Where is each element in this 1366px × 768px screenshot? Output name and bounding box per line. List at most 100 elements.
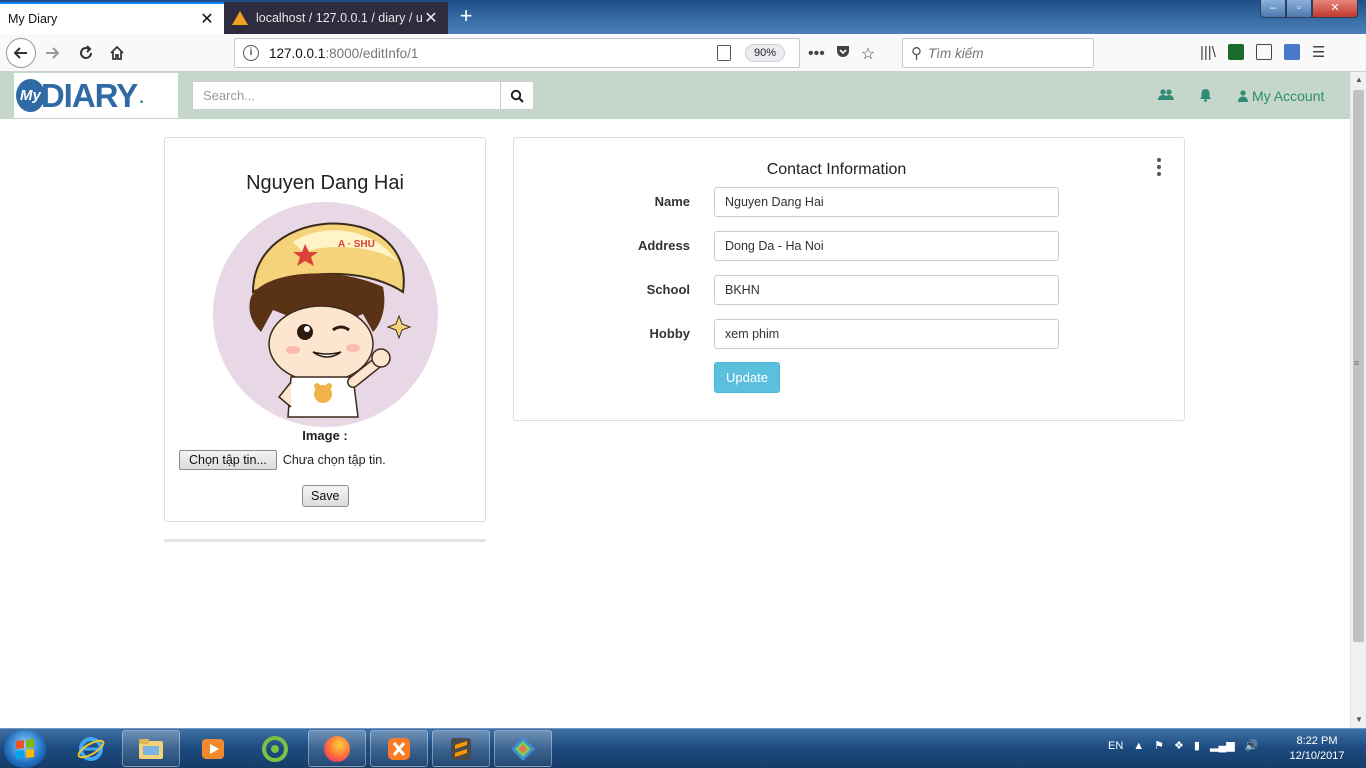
xampp-taskbar-icon[interactable] (370, 730, 428, 767)
update-button[interactable]: Update (714, 362, 780, 393)
forward-arrow-icon[interactable] (38, 39, 66, 67)
form-row-address: Address (514, 231, 1186, 261)
sidebar-icon[interactable] (1255, 44, 1272, 60)
url-text[interactable]: 127.0.0.1:8000/editInfo/1 (269, 46, 717, 61)
firefox-taskbar-icon[interactable] (308, 730, 366, 767)
dropbox-icon[interactable]: ❖ (1174, 739, 1184, 752)
hobby-label: Hobby (649, 326, 690, 341)
file-explorer-taskbar-icon[interactable] (122, 730, 180, 767)
scroll-thumb[interactable] (1353, 90, 1364, 642)
search-icon (510, 89, 524, 103)
firefox-icon (324, 735, 350, 762)
search-icon: ⚲ (911, 45, 922, 62)
pocket-icon[interactable] (835, 43, 851, 64)
show-hidden-icons-icon[interactable]: ▲ (1133, 740, 1144, 752)
close-tab-icon[interactable]: ✕ (422, 8, 440, 28)
language-indicator[interactable]: EN (1108, 740, 1123, 752)
tab-title: My Diary (8, 12, 58, 26)
extension-green-icon[interactable] (1227, 44, 1244, 60)
back-arrow-icon[interactable] (6, 38, 36, 68)
form-row-school: School (514, 275, 1186, 305)
clock-time: 8:22 PM (1296, 735, 1338, 747)
close-window-button[interactable]: ✕ (1312, 0, 1358, 18)
page-viewport: My DIARY . My Account Nguyen Dang Hai (0, 72, 1350, 728)
tab-my-diary[interactable]: My Diary ✕ (0, 2, 224, 34)
close-tab-icon[interactable]: ✕ (198, 9, 216, 29)
site-search-button[interactable] (500, 81, 534, 110)
url-host: 127.0.0.1 (269, 45, 326, 61)
profile-card: Nguyen Dang Hai A · SHU Image: Chọn tập… (164, 137, 486, 522)
site-header: My DIARY . My Account (0, 72, 1350, 119)
logo-diary-text: DIARY (40, 76, 138, 114)
menu-hamburger-icon[interactable]: ☰ (1312, 43, 1325, 61)
windows-taskbar: EN ▲ ⚑ ❖ ▮ ▂▄▆ 🔊 8:22 PM 12/10/2017 (0, 728, 1366, 768)
home-icon[interactable] (103, 39, 131, 67)
volume-icon[interactable]: 🔊 (1245, 739, 1259, 752)
address-input[interactable] (714, 231, 1059, 261)
card-divider (164, 539, 486, 542)
file-status-text: Chưa chọn tập tin. (282, 453, 386, 467)
bookmark-star-icon[interactable]: ☆ (861, 44, 875, 64)
browser-right-tools: |||\ ☰ (1200, 43, 1325, 62)
internet-explorer-taskbar-icon[interactable] (62, 730, 120, 767)
save-button[interactable]: Save (302, 485, 349, 507)
contact-info-title: Contact Information (766, 161, 907, 178)
network-signal-icon[interactable]: ▂▄▆ (1210, 739, 1235, 752)
image-label: Image : (302, 428, 348, 443)
sourcetree-taskbar-icon[interactable] (494, 730, 552, 767)
tab-phpmyadmin[interactable]: localhost / 127.0.0.1 / diary / us ✕ (224, 2, 448, 34)
form-row-hobby: Hobby (514, 319, 1186, 349)
form-row-name: Name (514, 187, 1186, 217)
dictionary-extension-icon[interactable] (1283, 44, 1300, 60)
taskbar-clock[interactable]: 8:22 PM 12/10/2017 (1282, 734, 1352, 764)
name-input[interactable] (714, 187, 1059, 217)
cartoon-boy-illustration: A · SHU (249, 222, 412, 418)
browser-toolbar: i 127.0.0.1:8000/editInfo/1 90% ••• ☆ ⚲ … (0, 34, 1366, 72)
reload-icon[interactable] (72, 39, 100, 67)
page-scrollbar[interactable]: ▲ ▼ (1350, 72, 1366, 728)
new-tab-icon[interactable]: + (454, 4, 478, 30)
browser-search-input[interactable] (928, 45, 1078, 61)
kebab-menu-icon[interactable] (1154, 158, 1164, 176)
my-account-label: My Account (1252, 88, 1325, 104)
tab-title: localhost / 127.0.0.1 / diary / us (256, 11, 422, 25)
friends-icon[interactable] (1158, 88, 1174, 105)
bell-icon[interactable] (1199, 88, 1212, 105)
address-bar[interactable]: i 127.0.0.1:8000/editInfo/1 90% (234, 38, 800, 68)
my-account-link[interactable]: My Account (1238, 88, 1324, 104)
file-picker: Chọn tập tin... Chưa chọn tập tin. (179, 450, 386, 470)
profile-name: Nguyen Dang Hai (246, 172, 404, 194)
maximize-window-button[interactable]: ▫ (1286, 0, 1312, 18)
coccoc-browser-taskbar-icon[interactable] (246, 730, 304, 767)
reader-view-icon[interactable] (716, 45, 731, 61)
hobby-input[interactable] (714, 319, 1059, 349)
browser-tab-strip: My Diary ✕ localhost / 127.0.0.1 / diary… (0, 0, 1366, 34)
media-player-taskbar-icon[interactable] (184, 730, 242, 767)
start-button[interactable] (4, 730, 46, 768)
user-icon (1238, 90, 1248, 102)
my-diary-logo[interactable]: My DIARY . (14, 73, 178, 118)
browser-search-bar[interactable]: ⚲ (902, 38, 1094, 68)
scroll-down-arrow-icon[interactable]: ▼ (1351, 712, 1366, 728)
site-info-icon[interactable]: i (243, 45, 259, 61)
library-icon[interactable]: |||\ (1200, 44, 1216, 61)
minimize-window-button[interactable]: – (1260, 0, 1286, 18)
contact-info-card: Contact Information Name Address School … (513, 137, 1185, 421)
zoom-level-badge[interactable]: 90% (744, 44, 785, 62)
school-input[interactable] (714, 275, 1059, 305)
address-label: Address (637, 238, 690, 253)
clock-date: 12/10/2017 (1289, 750, 1345, 762)
scroll-up-arrow-icon[interactable]: ▲ (1351, 72, 1366, 88)
name-label: Name (654, 194, 690, 209)
site-search-input[interactable] (192, 81, 501, 110)
battery-icon[interactable]: ▮ (1194, 739, 1200, 752)
choose-file-button[interactable]: Chọn tập tin... (179, 450, 277, 470)
system-tray: EN ▲ ⚑ ❖ ▮ ▂▄▆ 🔊 (1108, 739, 1259, 753)
avatar-image: A · SHU (213, 202, 438, 427)
windows-logo-icon (16, 739, 34, 759)
school-label: School (646, 282, 690, 297)
cap-text: A · SHU (338, 239, 375, 250)
action-center-flag-icon[interactable]: ⚑ (1154, 739, 1164, 752)
sublime-text-taskbar-icon[interactable] (432, 730, 490, 767)
more-actions-icon[interactable]: ••• (808, 45, 825, 63)
